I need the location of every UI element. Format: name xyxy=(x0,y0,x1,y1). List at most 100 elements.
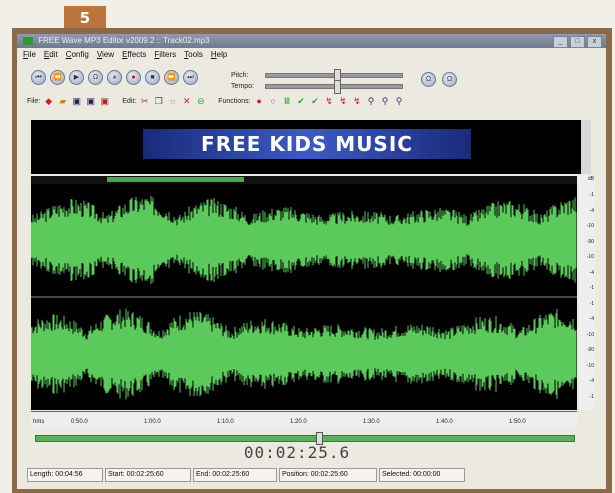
fade-in-icon[interactable]: ↯ xyxy=(324,96,335,107)
zoom-in-icon[interactable]: ⚲ xyxy=(366,96,377,107)
time-tick-label: 1:50.0 xyxy=(509,419,526,425)
rewind-button[interactable]: ⏪ xyxy=(50,70,65,85)
waveform-channel-left xyxy=(30,195,577,285)
banner-scrollbar[interactable] xyxy=(581,120,591,174)
menu-config[interactable]: Config xyxy=(66,48,89,61)
menu-file[interactable]: File xyxy=(23,48,36,61)
tempo-slider-knob[interactable] xyxy=(334,80,341,94)
banner-text: FREE KIDS MUSIC xyxy=(143,129,471,159)
menu-edit[interactable]: Edit xyxy=(44,48,58,61)
time-format-label: hms xyxy=(33,419,45,425)
db-tick-label: -1 xyxy=(589,393,594,400)
cut-icon[interactable]: ✂ xyxy=(139,96,150,107)
status-start: Start: 00:02:25:60 xyxy=(105,468,191,482)
db-tick-label: -4 xyxy=(589,269,594,276)
zoom-fit-icon[interactable]: ⚲ xyxy=(394,96,405,107)
save-as-icon[interactable]: ▣ xyxy=(85,96,96,107)
db-tick-label: -1 xyxy=(589,192,594,198)
banner-ad[interactable]: FREE KIDS MUSIC xyxy=(31,120,591,174)
copy-icon[interactable]: ❐ xyxy=(153,96,164,107)
loop-button[interactable]: Ω xyxy=(88,70,103,85)
menu-effects[interactable]: Effects xyxy=(122,48,146,61)
amplify-icon[interactable]: ✔ xyxy=(310,96,321,107)
app-window: FREE Wave MP3 Editor v2009.2 :: Track02.… xyxy=(17,34,606,489)
zoom-out-icon[interactable]: ⚲ xyxy=(380,96,391,107)
equalizer-icon[interactable]: Ⅲ xyxy=(282,96,293,107)
pitch-tempo-panel: Pitch: Tempo: xyxy=(231,69,403,94)
time-ruler: hms 0:50.0 1:00.0 1:10.0 1:20.0 1:30.0 1:40.0… xyxy=(31,411,577,428)
fast-forward-button[interactable]: ⏩ xyxy=(164,70,179,85)
fade-out-icon[interactable]: ↯ xyxy=(338,96,349,107)
status-position: Position: 00:02:25:60 xyxy=(279,468,377,482)
waveform-channel-right xyxy=(30,308,577,400)
status-selected: Selected: 00:00:00 xyxy=(379,468,465,482)
menu-bar: File Edit Config View Effects Filters To… xyxy=(17,48,606,61)
tempo-slider[interactable] xyxy=(265,80,403,94)
db-unit-label: dB xyxy=(587,176,594,182)
waveform-svg xyxy=(30,195,577,400)
reset-buttons: Ω Ω xyxy=(421,72,457,87)
overview-selection[interactable] xyxy=(107,177,244,182)
window-title: FREE Wave MP3 Editor v2009.2 :: Track02.… xyxy=(38,36,210,45)
tempo-label: Tempo: xyxy=(231,83,254,90)
menu-tools[interactable]: Tools xyxy=(184,48,203,61)
skip-to-end-button[interactable]: ⏭ xyxy=(183,70,198,85)
transport-controls: ⏮ ⏪ ▶ Ω ⏸ ● ■ ⏩ ⏭ xyxy=(31,70,198,85)
waveform-display[interactable] xyxy=(30,184,577,410)
db-tick-label: -10 xyxy=(586,362,594,369)
stop-button[interactable]: ■ xyxy=(145,70,160,85)
close-button[interactable]: x xyxy=(587,36,602,48)
paste-icon[interactable]: ☼ xyxy=(167,96,178,107)
reset-pitch-button[interactable]: Ω xyxy=(421,72,436,87)
position-bar[interactable] xyxy=(35,432,575,445)
overview-bar[interactable] xyxy=(31,176,577,184)
db-tick-label: -10 xyxy=(586,254,594,260)
menu-filters[interactable]: Filters xyxy=(154,48,176,61)
delete-icon[interactable]: ✕ xyxy=(181,96,192,107)
db-tick-label: -90 xyxy=(586,238,594,245)
reset-tempo-button[interactable]: Ω xyxy=(442,72,457,87)
file-tools-label: File: xyxy=(27,98,41,105)
select-all-icon[interactable]: ⊖ xyxy=(195,96,206,107)
time-tick-label: 1:20.0 xyxy=(290,419,307,425)
play-button[interactable]: ▶ xyxy=(69,70,84,85)
skip-to-start-button[interactable]: ⏮ xyxy=(31,70,46,85)
tool-bar: File: ◆ ▰ ▣ ▣ ▣ Edit: ✂ ❐ ☼ ✕ ⊖ Function… xyxy=(27,96,405,107)
db-tick-label: -10 xyxy=(586,331,594,338)
silence-icon[interactable]: ○ xyxy=(268,96,279,107)
edit-tools-label: Edit: xyxy=(122,98,137,105)
menu-view[interactable]: View xyxy=(97,48,114,61)
window-controls: _ □ x xyxy=(553,36,602,48)
time-tick-label: 1:00.0 xyxy=(144,419,161,425)
db-tick-label: -4 xyxy=(589,378,594,384)
time-tick-label: 1:40.0 xyxy=(436,419,453,425)
export-icon[interactable]: ▣ xyxy=(99,96,110,107)
db-tick-label: -1 xyxy=(589,300,594,307)
timecode-display: 00:02:25.6 xyxy=(243,443,351,462)
effects-icon[interactable]: ● xyxy=(254,96,265,107)
db-tick-label: -4 xyxy=(589,316,594,322)
minimize-button[interactable]: _ xyxy=(553,36,568,48)
db-ruler: dB -1 -4 -10 -90 -10 -4 -1 -1 -4 -10 -90 -10 -4 -1 xyxy=(579,176,595,410)
time-tick-label: 1:30.0 xyxy=(363,419,380,425)
status-end: End: 00:02:25:60 xyxy=(193,468,277,482)
status-bar: Length: 00:04:56 Start: 00:02:25:60 End:… xyxy=(27,468,597,482)
pause-button[interactable]: ⏸ xyxy=(107,70,122,85)
pitch-label: Pitch: xyxy=(231,72,249,79)
db-tick-label: -4 xyxy=(589,207,594,214)
time-tick-label: 1:10.0 xyxy=(217,419,234,425)
menu-help[interactable]: Help xyxy=(211,48,227,61)
pitch-slider[interactable] xyxy=(265,69,403,83)
record-button[interactable]: ● xyxy=(126,70,141,85)
title-bar[interactable]: FREE Wave MP3 Editor v2009.2 :: Track02.… xyxy=(17,34,606,48)
normalize-icon[interactable]: ✔ xyxy=(296,96,307,107)
maximize-button[interactable]: □ xyxy=(570,36,585,48)
open-file-icon[interactable]: ▰ xyxy=(57,96,68,107)
new-file-icon[interactable]: ◆ xyxy=(43,96,54,107)
reverse-icon[interactable]: ↯ xyxy=(352,96,363,107)
db-tick-label: -10 xyxy=(586,223,594,229)
db-tick-label: -90 xyxy=(586,347,594,353)
save-file-icon[interactable]: ▣ xyxy=(71,96,82,107)
db-tick-label: -1 xyxy=(589,285,594,291)
app-icon xyxy=(23,36,33,45)
